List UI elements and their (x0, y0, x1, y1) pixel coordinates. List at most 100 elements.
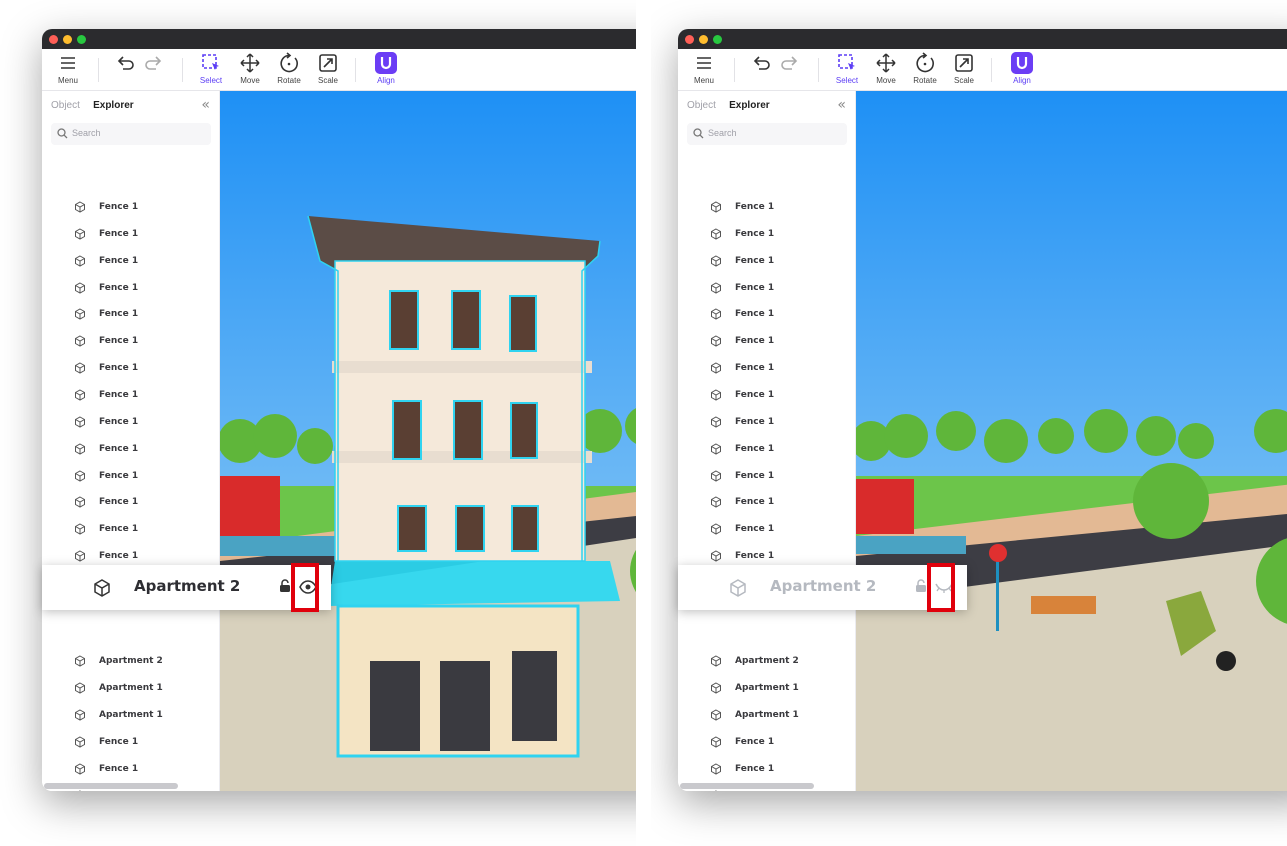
maximize-window-button[interactable] (713, 35, 722, 44)
list-item[interactable]: Fence 1 (42, 756, 220, 782)
close-window-button[interactable] (685, 35, 694, 44)
cube-icon (75, 443, 85, 455)
tab-explorer[interactable]: Explorer (93, 100, 134, 111)
3d-viewport[interactable] (220, 91, 636, 791)
list-item-label: Fence 1 (735, 443, 775, 454)
list-item-label: Fence 1 (99, 737, 139, 747)
collapse-sidebar-icon[interactable]: « (837, 97, 846, 113)
list-item[interactable]: Fence 1 (42, 328, 220, 354)
list-item[interactable]: Fence 1 (42, 729, 220, 755)
toolbar-divider (734, 58, 735, 82)
list-item[interactable]: Fence 1 (678, 328, 856, 354)
maximize-window-button[interactable] (77, 35, 86, 44)
search-input[interactable]: Search (51, 123, 211, 145)
list-item-label: Apartment 2 (735, 656, 799, 666)
cube-icon (75, 201, 85, 213)
close-window-button[interactable] (49, 35, 58, 44)
move-icon (876, 53, 896, 73)
list-item[interactable]: Fence 1 (678, 436, 856, 462)
selected-item-row[interactable]: Apartment 2 (42, 565, 331, 610)
move-tool-button[interactable]: Move (868, 52, 904, 85)
redo-button[interactable] (772, 52, 808, 74)
horizontal-scrollbar[interactable] (680, 783, 814, 789)
scale-tool-button[interactable]: Scale (310, 52, 346, 85)
toolbar: Menu Select Move Rotate Scale Align (678, 49, 1287, 91)
magnet-icon (1011, 52, 1033, 74)
redo-button[interactable] (136, 52, 172, 74)
list-item[interactable]: Fence 1 (678, 756, 856, 782)
rotate-tool-button[interactable]: Rotate (907, 52, 943, 85)
list-item[interactable]: Fence 1 (678, 301, 856, 327)
list-item[interactable]: Fence 1 (42, 463, 220, 489)
list-item[interactable]: Fence 1 (42, 194, 220, 220)
panel-after: b Menu Select Move (651, 0, 1287, 846)
menu-button[interactable]: Menu (50, 52, 86, 85)
list-item[interactable]: Fence 1 (42, 382, 220, 408)
list-item[interactable]: Apartment 1 (678, 675, 856, 701)
titlebar: b (678, 29, 1287, 49)
list-item[interactable]: Fence 1 (42, 516, 220, 542)
list-item[interactable]: Fence 1 (678, 409, 856, 435)
list-item-label: Fence 1 (99, 524, 139, 535)
cube-icon (78, 790, 82, 791)
list-item[interactable]: Fence 1 (678, 355, 856, 381)
list-item[interactable]: Apartment 1 (42, 675, 220, 701)
list-item-label: Apartment 1 (99, 683, 163, 693)
cube-icon (711, 523, 721, 535)
list-item[interactable]: Fence 1 (678, 221, 856, 247)
collapse-sidebar-icon[interactable]: « (201, 97, 210, 113)
minimize-window-button[interactable] (699, 35, 708, 44)
list-item[interactable]: Apartment 1 (678, 702, 856, 728)
align-tool-button[interactable]: Align (1004, 52, 1040, 85)
list-item[interactable]: Fence 1 (42, 248, 220, 274)
list-item[interactable]: Apartment 2 (42, 648, 220, 674)
cube-icon (711, 335, 721, 347)
cube-icon (711, 763, 721, 775)
horizontal-scrollbar[interactable] (44, 783, 178, 789)
list-item[interactable]: Fence 1 (678, 729, 856, 755)
selected-item-row[interactable]: Apartment 2 (678, 565, 967, 610)
list-item[interactable]: Fence 1 (678, 489, 856, 515)
menu-button[interactable]: Menu (686, 52, 722, 85)
list-item[interactable]: Fence 1 (678, 516, 856, 542)
list-item[interactable]: Fence 1 (42, 355, 220, 381)
list-item[interactable]: Fence 1 (42, 436, 220, 462)
list-item[interactable]: Apartment 1 (42, 702, 220, 728)
list-item-label: Fence 1 (99, 202, 139, 212)
list-item-label: Apartment 1 (735, 710, 799, 720)
app-window: b Menu Select Move (42, 29, 636, 791)
list-item-label: Fence 1 (735, 282, 775, 293)
list-item[interactable]: Fence 1 (678, 248, 856, 274)
list-item[interactable]: Fence 1 (42, 301, 220, 327)
list-item[interactable]: Fence 1 (678, 463, 856, 489)
scale-tool-button[interactable]: Scale (946, 52, 982, 85)
list-item[interactable]: Fence 1 (42, 489, 220, 515)
3d-viewport[interactable] (856, 91, 1287, 791)
search-input[interactable]: Search (687, 123, 847, 145)
list-item[interactable]: Fence 1 (678, 194, 856, 220)
select-tool-button[interactable]: Select (193, 52, 229, 85)
cube-icon (711, 201, 721, 213)
move-tool-button[interactable]: Move (232, 52, 268, 85)
cube-icon (711, 550, 721, 562)
hamburger-icon (697, 57, 711, 69)
tab-object[interactable]: Object (687, 100, 716, 111)
list-item-label: Fence 1 (99, 551, 139, 562)
list-item[interactable]: Fence 1 (42, 275, 220, 301)
rotate-tool-button[interactable]: Rotate (271, 52, 307, 85)
list-item[interactable]: Fence 1 (42, 409, 220, 435)
minimize-window-button[interactable] (63, 35, 72, 44)
align-tool-button[interactable]: Align (368, 52, 404, 85)
select-tool-button[interactable]: Select (829, 52, 865, 85)
undo-icon (117, 56, 134, 70)
tab-explorer[interactable]: Explorer (729, 100, 770, 111)
list-item[interactable]: Fence 1 (678, 275, 856, 301)
list-item[interactable]: Fence 1 (678, 382, 856, 408)
list-item-label: Fence 1 (735, 336, 775, 347)
list-item[interactable]: Apartment 2 (678, 648, 856, 674)
cube-icon (711, 255, 721, 267)
tab-object[interactable]: Object (51, 100, 80, 111)
list-item-label: Fence 1 (735, 551, 775, 562)
list-item[interactable]: Fence 1 (42, 221, 220, 247)
list-item-label: Fence 1 (735, 470, 775, 481)
